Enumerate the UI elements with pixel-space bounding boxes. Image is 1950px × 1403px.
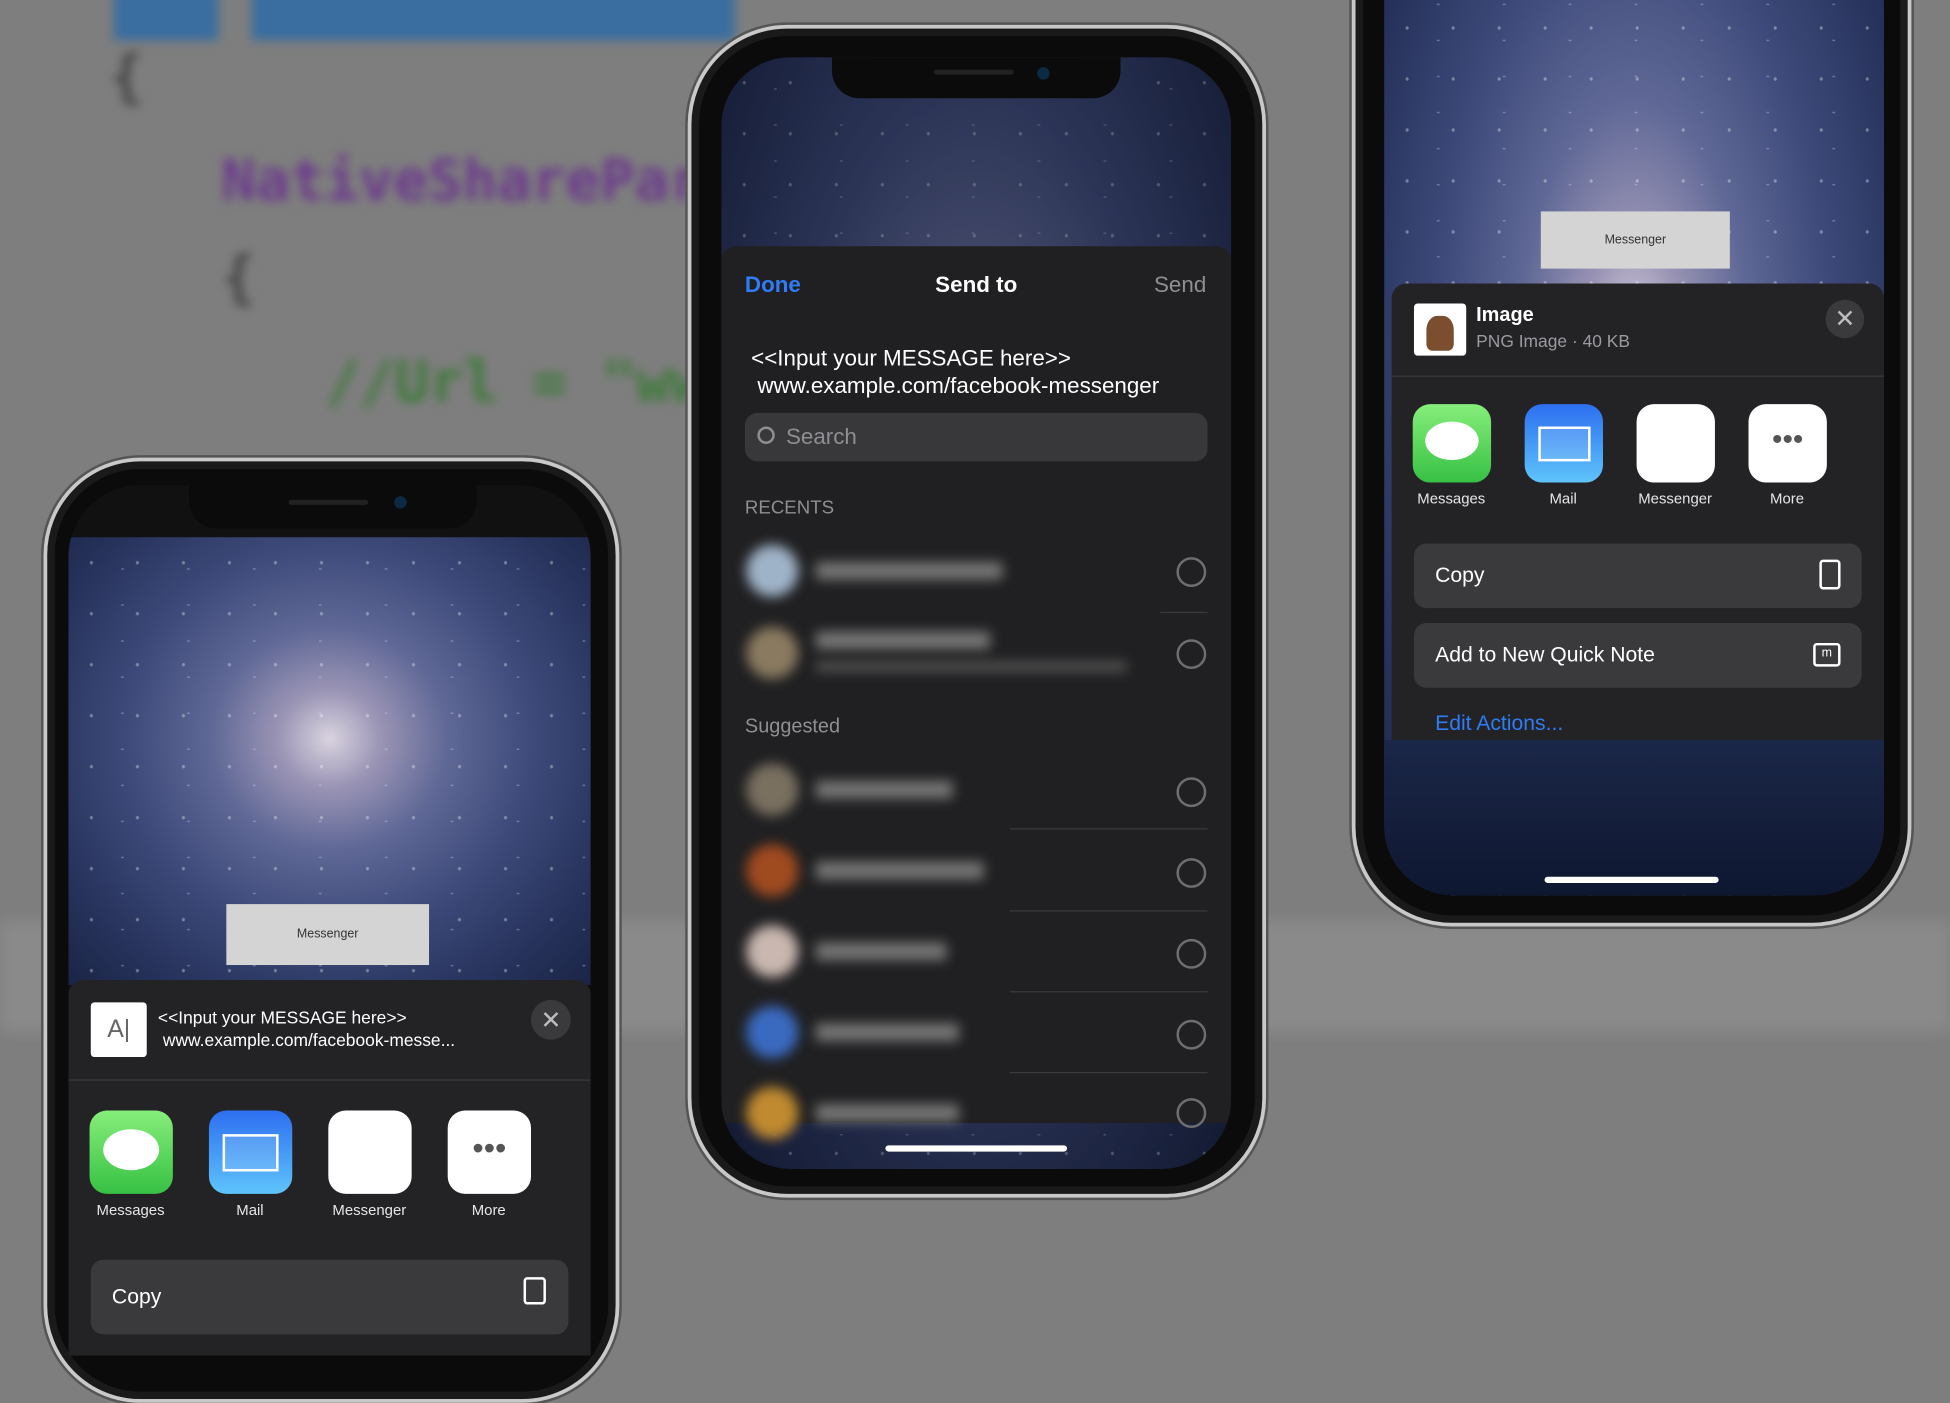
send-to-sheet: Done Send to Send <<Input your MESSAGE h… <box>721 246 1232 1140</box>
copy-label: Copy <box>1435 563 1485 587</box>
more-icon[interactable]: ••• <box>447 1110 532 1194</box>
messages-icon[interactable] <box>89 1110 173 1194</box>
select-radio[interactable] <box>1176 1019 1207 1050</box>
app-label: Mail <box>236 1201 264 1219</box>
search-icon <box>757 426 775 444</box>
edit-actions-link[interactable]: Edit Actions... <box>1435 711 1563 736</box>
more-icon[interactable]: ••• <box>1748 404 1827 483</box>
background-code: { <box>109 42 144 110</box>
notch <box>189 485 477 529</box>
messages-icon[interactable] <box>1412 404 1492 483</box>
right-phone-screen: Messenger Image PNG Image · 40 KB ✕ ••• … <box>1384 0 1885 896</box>
messenger-icon[interactable] <box>328 1110 412 1194</box>
suggested-label: Suggested <box>744 716 841 738</box>
background-code: ▆▆▆ ▆▆▆▆▆▆▆▆▆▆▆▆▆▆ <box>114 0 735 40</box>
copy-action[interactable]: Copy <box>1413 543 1862 609</box>
quick-note-icon: m <box>1813 642 1841 667</box>
send-button[interactable]: Send <box>1154 272 1206 298</box>
messenger-icon[interactable] <box>1636 404 1715 483</box>
image-thumbnail <box>1413 303 1467 356</box>
select-radio[interactable] <box>1176 557 1207 587</box>
app-label: Messages <box>1417 489 1486 508</box>
search-placeholder: Search <box>785 424 857 449</box>
left-phone-screen: Messenger A| <<Input your MESSAGE here>>… <box>68 485 591 1356</box>
select-radio[interactable] <box>1176 1098 1207 1128</box>
app-label: Messenger <box>332 1201 407 1219</box>
close-button[interactable]: ✕ <box>531 999 571 1040</box>
app-label: More <box>1770 489 1805 508</box>
message-line1[interactable]: <<Input your MESSAGE here>> <box>751 346 1071 372</box>
home-indicator[interactable] <box>885 1145 1068 1152</box>
background-code: { <box>221 243 256 311</box>
select-radio[interactable] <box>1176 777 1207 808</box>
copy-label: Copy <box>111 1284 162 1309</box>
mail-icon[interactable] <box>208 1110 293 1194</box>
app-label: Messenger <box>1638 489 1713 508</box>
select-radio[interactable] <box>1176 938 1207 969</box>
share-message-line1: <<Input your MESSAGE here>> <box>157 1007 407 1028</box>
quick-note-action[interactable]: Add to New Quick Note m <box>1413 623 1862 688</box>
quick-note-label: Add to New Quick Note <box>1435 642 1655 667</box>
share-message-line2: www.example.com/facebook-messe... <box>162 1029 456 1050</box>
messenger-share-button[interactable]: Messenger <box>226 904 430 966</box>
share-title: Image <box>1476 304 1534 326</box>
copy-action[interactable]: Copy <box>90 1259 569 1335</box>
recents-label: RECENTS <box>744 497 835 519</box>
notch <box>831 57 1121 99</box>
share-sheet: A| <<Input your MESSAGE here>> www.examp… <box>68 979 591 1356</box>
share-sheet: Image PNG Image · 40 KB ✕ ••• Messages M… <box>1391 283 1885 740</box>
home-indicator[interactable] <box>1544 876 1719 883</box>
close-button[interactable]: ✕ <box>1825 299 1865 339</box>
message-line2[interactable]: www.example.com/facebook-messenger <box>757 373 1159 399</box>
share-subtitle: PNG Image · 40 KB <box>1476 330 1631 351</box>
copy-icon <box>523 1277 546 1305</box>
middle-phone-screen: Done Send to Send <<Input your MESSAGE h… <box>721 57 1232 1169</box>
select-radio[interactable] <box>1176 858 1207 888</box>
app-label: More <box>471 1201 506 1219</box>
app-label: Messages <box>96 1201 165 1219</box>
select-radio[interactable] <box>1176 639 1207 670</box>
text-document-icon: A| <box>90 1002 147 1058</box>
search-input[interactable]: Search <box>744 412 1208 462</box>
app-label: Mail <box>1549 489 1577 508</box>
mail-icon[interactable] <box>1524 404 1604 483</box>
copy-icon <box>1819 559 1841 590</box>
messenger-share-button[interactable]: Messenger <box>1540 211 1730 269</box>
